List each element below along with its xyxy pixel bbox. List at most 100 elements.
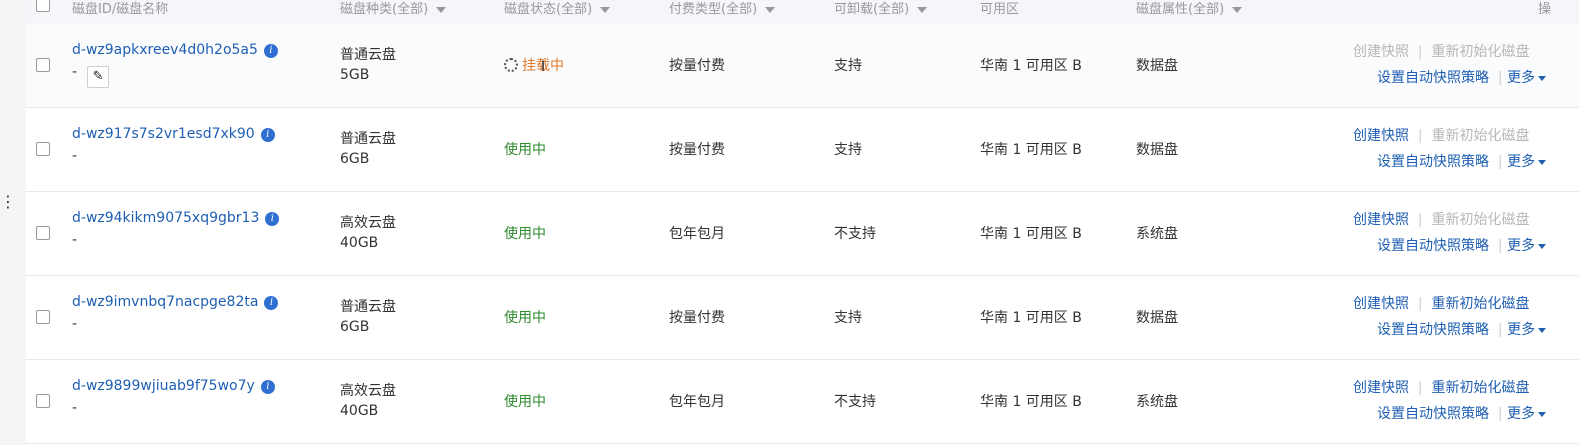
disk-id-cell: d-wz917s7s2vr1esd7xk90 i bbox=[72, 126, 275, 142]
reinit-disk-link[interactable]: 重新初始化磁盘 bbox=[1432, 212, 1530, 228]
billing-type: 按量付费 bbox=[669, 142, 725, 158]
row-actions-bottom: 设置自动快照策略 | 更多 bbox=[1377, 151, 1547, 171]
separator: | bbox=[1489, 154, 1508, 170]
reinit-disk-link[interactable]: 重新初始化磁盘 bbox=[1432, 380, 1530, 396]
chevron-down-icon bbox=[1538, 411, 1547, 417]
billing-type: 包年包月 bbox=[669, 226, 725, 242]
row-checkbox[interactable] bbox=[36, 394, 50, 408]
detachable: 支持 bbox=[834, 310, 862, 326]
more-dropdown[interactable]: 更多 bbox=[1507, 406, 1547, 422]
disk-attr: 系统盘 bbox=[1136, 226, 1178, 242]
more-dropdown[interactable]: 更多 bbox=[1507, 70, 1547, 86]
disk-size: 5GB bbox=[340, 67, 370, 83]
disk-status-cell: 挂载中 bbox=[504, 55, 564, 75]
billing-type: 按量付费 bbox=[669, 58, 725, 74]
auto-snapshot-policy-link[interactable]: 设置自动快照策略 bbox=[1377, 322, 1489, 338]
chevron-down-icon bbox=[917, 6, 928, 13]
disk-name: - bbox=[72, 64, 78, 80]
header-disk-status-filter[interactable]: 磁盘状态(全部) bbox=[504, 0, 611, 17]
separator: | bbox=[1489, 406, 1508, 422]
disk-kind: 高效云盘 bbox=[340, 383, 396, 399]
table-row: d-wz9imvnbq7nacpge82ta i - 普通云盘 6GB 使用中 按… bbox=[26, 276, 1579, 360]
table-row: d-wz9apkxreev4d0h2o5a5 i - ✎ 普通云盘 5GB 挂载中 … bbox=[26, 24, 1579, 108]
zone: 华南 1 可用区 B bbox=[980, 394, 1082, 410]
disk-id-link[interactable]: d-wz94kikm9075xq9gbr13 bbox=[72, 210, 259, 226]
info-icon[interactable]: i bbox=[260, 128, 275, 142]
row-checkbox[interactable] bbox=[36, 58, 50, 72]
separator: | bbox=[1409, 44, 1432, 60]
header-disk-status-label: 磁盘状态(全部) bbox=[504, 2, 593, 17]
info-icon[interactable]: i bbox=[263, 44, 278, 58]
row-checkbox[interactable] bbox=[36, 226, 50, 240]
chevron-down-icon bbox=[765, 6, 776, 13]
header-disk-attr-label: 磁盘属性(全部) bbox=[1136, 2, 1225, 17]
separator: | bbox=[1489, 238, 1508, 254]
disk-id-link[interactable]: d-wz9899wjiuab9f75wo7y bbox=[72, 378, 255, 394]
disk-name: - bbox=[72, 400, 78, 416]
header-disk-attr-filter[interactable]: 磁盘属性(全部) bbox=[1136, 0, 1243, 17]
disk-status: 使用中 bbox=[504, 142, 546, 158]
header-detachable-filter[interactable]: 可卸载(全部) bbox=[834, 0, 928, 17]
disk-name: - bbox=[72, 232, 78, 248]
row-checkbox[interactable] bbox=[36, 310, 50, 324]
disk-id-link[interactable]: d-wz917s7s2vr1esd7xk90 bbox=[72, 126, 255, 142]
more-label: 更多 bbox=[1507, 70, 1536, 86]
create-snapshot-link[interactable]: 创建快照 bbox=[1353, 212, 1409, 228]
chevron-down-icon bbox=[1538, 159, 1547, 165]
text-cursor-icon: I bbox=[541, 59, 546, 75]
info-icon[interactable]: i bbox=[260, 380, 275, 394]
header-billing-filter[interactable]: 付费类型(全部) bbox=[669, 0, 776, 17]
billing-type: 包年包月 bbox=[669, 394, 725, 410]
separator: | bbox=[1489, 322, 1508, 338]
header-disk-type-filter[interactable]: 磁盘种类(全部) bbox=[340, 0, 447, 17]
table-row: d-wz94kikm9075xq9gbr13 i - 高效云盘 40GB 使用中 … bbox=[26, 192, 1579, 276]
more-dropdown[interactable]: 更多 bbox=[1507, 154, 1547, 170]
row-checkbox[interactable] bbox=[36, 142, 50, 156]
disk-status: 使用中 bbox=[504, 310, 546, 326]
row-actions-bottom: 设置自动快照策略 | 更多 bbox=[1377, 235, 1547, 255]
drag-handle-icon[interactable]: ⋮ bbox=[0, 194, 16, 210]
disk-kind: 普通云盘 bbox=[340, 299, 396, 315]
disk-id-cell: d-wz9imvnbq7nacpge82ta i bbox=[72, 294, 279, 310]
create-snapshot-link[interactable]: 创建快照 bbox=[1353, 296, 1409, 312]
left-sidebar-edge: ⋮ bbox=[0, 0, 27, 445]
detachable: 不支持 bbox=[834, 226, 876, 242]
disk-status: 使用中 bbox=[504, 226, 546, 242]
disk-id-link[interactable]: d-wz9apkxreev4d0h2o5a5 bbox=[72, 42, 258, 58]
disk-size: 6GB bbox=[340, 151, 370, 167]
disk-id-cell: d-wz94kikm9075xq9gbr13 i bbox=[72, 210, 280, 226]
create-snapshot-link[interactable]: 创建快照 bbox=[1353, 380, 1409, 396]
select-all-checkbox[interactable] bbox=[36, 0, 50, 12]
reinit-disk-link[interactable]: 重新初始化磁盘 bbox=[1432, 128, 1530, 144]
auto-snapshot-policy-link[interactable]: 设置自动快照策略 bbox=[1377, 238, 1489, 254]
auto-snapshot-policy-link[interactable]: 设置自动快照策略 bbox=[1377, 154, 1489, 170]
info-icon[interactable]: i bbox=[265, 212, 280, 226]
reinit-disk-link[interactable]: 重新初始化磁盘 bbox=[1432, 44, 1530, 60]
reinit-disk-link[interactable]: 重新初始化磁盘 bbox=[1432, 296, 1530, 312]
disk-id-link[interactable]: d-wz9imvnbq7nacpge82ta bbox=[72, 294, 258, 310]
disk-attr: 系统盘 bbox=[1136, 394, 1178, 410]
more-label: 更多 bbox=[1507, 322, 1536, 338]
table-row: d-wz917s7s2vr1esd7xk90 i - 普通云盘 6GB 使用中 按… bbox=[26, 108, 1579, 192]
disk-id-cell: d-wz9apkxreev4d0h2o5a5 i bbox=[72, 42, 278, 58]
info-icon[interactable]: i bbox=[264, 296, 279, 310]
disk-name-cell: - ✎ bbox=[72, 64, 110, 88]
zone: 华南 1 可用区 B bbox=[980, 310, 1082, 326]
more-dropdown[interactable]: 更多 bbox=[1507, 238, 1547, 254]
disk-kind: 普通云盘 bbox=[340, 131, 396, 147]
disk-name: - bbox=[72, 316, 78, 332]
auto-snapshot-policy-link[interactable]: 设置自动快照策略 bbox=[1377, 70, 1489, 86]
pencil-icon[interactable]: ✎ bbox=[87, 66, 110, 88]
row-actions-bottom: 设置自动快照策略 | 更多 bbox=[1377, 319, 1547, 339]
more-dropdown[interactable]: 更多 bbox=[1507, 322, 1547, 338]
header-disk-type-label: 磁盘种类(全部) bbox=[340, 2, 429, 17]
detachable: 支持 bbox=[834, 58, 862, 74]
create-snapshot-link[interactable]: 创建快照 bbox=[1353, 44, 1409, 60]
disk-size: 40GB bbox=[340, 235, 379, 251]
auto-snapshot-policy-link[interactable]: 设置自动快照策略 bbox=[1377, 406, 1489, 422]
disk-attr: 数据盘 bbox=[1136, 142, 1178, 158]
zone: 华南 1 可用区 B bbox=[980, 58, 1082, 74]
table-header: 磁盘ID/磁盘名称 磁盘种类(全部) 磁盘状态(全部) 付费类型(全部) 可卸载… bbox=[26, 0, 1579, 25]
row-actions-top: 创建快照 | 重新初始化磁盘 bbox=[1353, 377, 1530, 397]
create-snapshot-link[interactable]: 创建快照 bbox=[1353, 128, 1409, 144]
